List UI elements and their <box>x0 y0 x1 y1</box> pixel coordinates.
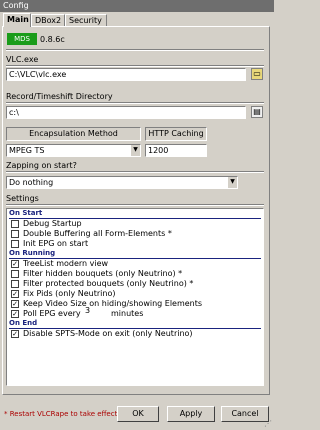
checkbox-checked[interactable]: ✓ <box>11 290 19 298</box>
version-text: 0.8.6c <box>40 35 65 44</box>
tab-security[interactable]: Security <box>65 14 107 26</box>
zapping-label: Zapping on start? <box>6 161 77 170</box>
divider <box>6 204 264 206</box>
browse-folder-icon[interactable]: ▭ <box>251 68 263 80</box>
cancel-button[interactable]: Cancel <box>221 406 269 422</box>
resize-grip-icon[interactable]: ⋰ <box>264 419 272 428</box>
checkbox[interactable] <box>11 230 19 238</box>
setting-disable-spts[interactable]: ✓ Disable SPTS-Mode on exit (only Neutrin… <box>7 329 263 339</box>
divider <box>6 65 264 67</box>
window-title: Config <box>0 0 274 12</box>
group-on-running: On Running <box>9 249 261 259</box>
poll-epg-value[interactable]: 3 <box>85 306 90 316</box>
restart-note: * Restart VLCRape to take effect <box>4 410 118 418</box>
setting-init-epg[interactable]: Init EPG on start <box>7 239 263 249</box>
chevron-down-icon[interactable]: ▼ <box>130 145 140 156</box>
checkbox-checked[interactable]: ✓ <box>11 260 19 268</box>
setting-treelist-modern[interactable]: ✓ TreeList modern view <box>7 259 263 269</box>
setting-filter-protected[interactable]: Filter protected bouquets (only Neutrino… <box>7 279 263 289</box>
checkbox[interactable] <box>11 220 19 228</box>
http-caching-field[interactable]: 1200 <box>145 144 207 157</box>
http-caching-header: HTTP Caching <box>145 127 207 141</box>
group-on-end: On End <box>9 319 261 329</box>
record-dir-label: Record/Timeshift Directory <box>6 92 113 101</box>
checkbox[interactable] <box>11 270 19 278</box>
divider <box>6 49 264 51</box>
checkbox-checked[interactable]: ✓ <box>11 330 19 338</box>
encapsulation-select[interactable]: MPEG TS ▼ <box>6 144 141 157</box>
checkbox[interactable] <box>11 240 19 248</box>
encapsulation-value: MPEG TS <box>9 146 45 155</box>
setting-keep-video-size[interactable]: ✓ Keep Video Size on hiding/showing Eleme… <box>7 299 263 309</box>
setting-poll-epg[interactable]: ✓ Poll EPG every 3 minutes <box>7 306 263 319</box>
divider <box>6 102 264 104</box>
poll-epg-suffix: minutes <box>111 309 144 318</box>
encapsulation-header: Encapsulation Method <box>6 127 141 141</box>
setting-double-buffering[interactable]: Double Buffering all Form-Elements * <box>7 229 263 239</box>
version-badge: MDS <box>7 33 37 45</box>
divider <box>6 171 264 173</box>
setting-fix-pids[interactable]: ✓ Fix Pids (only Neutrino) <box>7 289 263 299</box>
checkbox-checked[interactable]: ✓ <box>11 300 19 308</box>
ok-button[interactable]: OK <box>117 406 159 422</box>
apply-button[interactable]: Apply <box>167 406 215 422</box>
vlc-exe-field[interactable]: C:\VLC\vlc.exe <box>6 68 246 81</box>
record-dir-field[interactable]: c:\ <box>6 106 246 119</box>
checkbox[interactable] <box>11 280 19 288</box>
tab-dbox2[interactable]: DBox2 <box>31 14 65 26</box>
browse-file-icon[interactable]: ▤ <box>251 106 263 118</box>
zapping-value: Do nothing <box>9 178 54 187</box>
zapping-select[interactable]: Do nothing ▼ <box>6 176 238 189</box>
setting-filter-hidden[interactable]: Filter hidden bouquets (only Neutrino) * <box>7 269 263 279</box>
chevron-down-icon[interactable]: ▼ <box>227 177 237 188</box>
vlc-exe-label: VLC.exe <box>6 55 39 64</box>
checkbox-checked[interactable]: ✓ <box>11 310 19 318</box>
settings-list[interactable]: On Start Debug Startup Double Buffering … <box>6 208 264 386</box>
tab-main[interactable]: Main <box>3 13 31 27</box>
settings-label: Settings <box>6 194 39 203</box>
group-on-start: On Start <box>9 209 261 219</box>
setting-debug-startup[interactable]: Debug Startup <box>7 219 263 229</box>
